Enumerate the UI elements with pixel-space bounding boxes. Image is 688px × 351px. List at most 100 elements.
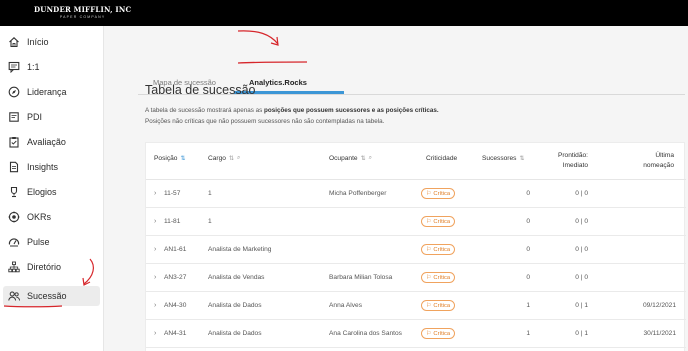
- sidebar-item-label: PDI: [27, 112, 43, 122]
- table-row[interactable]: › AN3-27 Analista de Vendas Barbara Mili…: [146, 264, 686, 292]
- header-label: Última: [655, 152, 674, 159]
- column-header-ocupante[interactable]: Ocupante ⇅ ⌕: [329, 155, 372, 162]
- sidebar-item-inicio[interactable]: Início: [3, 32, 100, 52]
- cell-prontidao: 0 | 0: [575, 190, 588, 197]
- sidebar-item-1-1[interactable]: 1:1: [3, 57, 100, 77]
- chat-icon: [8, 61, 20, 73]
- cell-cargo: 1: [208, 218, 212, 225]
- sidebar-item-pulse[interactable]: Pulse: [3, 232, 100, 252]
- sidebar-item-label: 1:1: [27, 62, 40, 72]
- expand-chevron-icon[interactable]: ›: [154, 180, 156, 207]
- sort-icon[interactable]: ⇅: [180, 155, 185, 162]
- cell-ultima-nomeacao: [630, 180, 676, 207]
- company-logo[interactable]: DUNDER MIFFLIN, INC PAPER COMPANY: [34, 5, 131, 19]
- expand-chevron-icon[interactable]: ›: [154, 264, 156, 291]
- expand-chevron-icon[interactable]: ›: [154, 292, 156, 319]
- document-icon: [8, 161, 20, 173]
- column-header-cargo[interactable]: Cargo ⇅ ⌕: [208, 155, 240, 162]
- sidebar-item-label: Liderança: [27, 87, 67, 97]
- column-header-posicao[interactable]: Posição ⇅: [154, 155, 186, 162]
- sidebar-item-label: Diretório: [27, 262, 62, 272]
- header-label: Posição: [154, 155, 178, 162]
- header-label: Sucessores: [482, 155, 517, 162]
- cell-sucessores: 1: [526, 302, 530, 309]
- sidebar-item-pdi[interactable]: PDI: [3, 107, 100, 127]
- table-row[interactable]: › AN1-61 Analista de Marketing ⚐ Crítica …: [146, 236, 686, 264]
- critical-badge: ⚐ Crítica: [421, 272, 456, 283]
- column-header-sucessores[interactable]: Sucessores ⇅: [482, 155, 524, 162]
- table-row[interactable]: › AN4-31 Analista de Dados Ana Carolina …: [146, 320, 686, 348]
- page-description-line-1: A tabela de sucessão mostrará apenas as …: [145, 107, 439, 114]
- description-text: A tabela de sucessão mostrará apenas as: [145, 107, 265, 114]
- clipboard-icon: [8, 136, 20, 148]
- sidebar-item-avaliacao[interactable]: Avaliação: [3, 132, 100, 152]
- flag-icon: ⚐: [426, 303, 432, 309]
- column-header-ultima-nomeacao[interactable]: Última nomeação: [642, 151, 674, 171]
- column-header-prontidao[interactable]: Prontidão: Imediato: [556, 151, 588, 171]
- cell-ocupante: Anna Alves: [329, 302, 362, 309]
- flag-icon: ⚐: [426, 247, 432, 253]
- cell-cargo: Analista de Vendas: [208, 274, 265, 281]
- page-description-line-2: Posições não críticas que não possuem su…: [145, 118, 385, 125]
- cell-criticidade: ⚐ Crítica: [421, 264, 456, 291]
- sidebar-item-okrs[interactable]: OKRs: [3, 207, 100, 227]
- home-icon: [8, 36, 20, 48]
- company-tagline: PAPER COMPANY: [59, 15, 106, 19]
- sidebar-item-label: Insights: [27, 162, 59, 172]
- cell-sucessores: 1: [526, 330, 530, 337]
- sidebar-item-label: Avaliação: [27, 137, 66, 147]
- expand-chevron-icon[interactable]: ›: [154, 208, 156, 235]
- badge-label: Crítica: [433, 190, 451, 197]
- cell-prontidao: 0 | 1: [575, 330, 588, 337]
- sidebar-item-lideranca[interactable]: Liderança: [3, 82, 100, 102]
- sort-icon[interactable]: ⇅: [229, 155, 234, 162]
- flag-icon: ⚐: [426, 219, 432, 225]
- gauge-icon: [8, 236, 20, 248]
- compass-icon: [8, 86, 20, 98]
- sidebar-item-diretorio[interactable]: Diretório: [3, 257, 100, 277]
- cell-posicao: 11-57: [164, 190, 181, 197]
- flag-icon: ⚐: [426, 275, 432, 281]
- sidebar-item-elogios[interactable]: Elogios: [3, 182, 100, 202]
- target-icon: [8, 211, 20, 223]
- cell-prontidao: 0 | 0: [575, 274, 588, 281]
- cell-cargo: 1: [208, 190, 212, 197]
- table-row[interactable]: › AN4-30 Analista de Dados Anna Alves ⚐ C…: [146, 292, 686, 320]
- badge-label: Crítica: [433, 218, 451, 225]
- description-bold-text: posições que possuem sucessores e as pos…: [264, 107, 439, 114]
- table-row[interactable]: › 11-57 1 Micha Poffenberger ⚐ Crítica 0 …: [146, 180, 686, 208]
- critical-badge: ⚐ Crítica: [421, 244, 456, 255]
- cell-prontidao: 0 | 0: [575, 218, 588, 225]
- flag-icon: ⚐: [426, 331, 432, 337]
- org-chart-icon: [8, 261, 20, 273]
- cell-ultima-nomeacao: [630, 208, 676, 235]
- table-row[interactable]: › 11-81 1 ⚐ Crítica 0 0 | 0: [146, 208, 686, 236]
- cell-criticidade: ⚐ Crítica: [421, 180, 456, 207]
- cell-prontidao: 0 | 1: [575, 302, 588, 309]
- sidebar: Início 1:1 Liderança PDI Avaliação Insig…: [0, 26, 104, 351]
- cell-cargo: Analista de Dados: [208, 330, 262, 337]
- badge-label: Crítica: [433, 302, 451, 309]
- search-icon[interactable]: ⌕: [237, 155, 240, 162]
- sidebar-item-insights[interactable]: Insights: [3, 157, 100, 177]
- cell-criticidade: ⚐ Crítica: [421, 236, 456, 263]
- sort-icon[interactable]: ⇅: [519, 155, 524, 162]
- sidebar-item-sucessao[interactable]: Sucessão: [3, 286, 100, 306]
- badge-label: Crítica: [433, 246, 451, 253]
- cell-ocupante: Ana Carolina dos Santos: [329, 330, 402, 337]
- cell-sucessores: 0: [526, 246, 530, 253]
- header-label: Prontidão:: [557, 152, 588, 159]
- header-label: Cargo: [208, 155, 226, 162]
- tab-analytics-rocks[interactable]: Analytics.Rocks: [249, 78, 307, 87]
- column-header-criticidade[interactable]: Criticidade: [426, 155, 457, 162]
- expand-chevron-icon[interactable]: ›: [154, 320, 156, 347]
- sort-icon[interactable]: ⇅: [361, 155, 366, 162]
- search-icon[interactable]: ⌕: [369, 155, 372, 162]
- cell-posicao: 11-81: [164, 218, 181, 225]
- trophy-icon: [8, 186, 20, 198]
- critical-badge: ⚐ Crítica: [421, 216, 456, 227]
- header-label: Ocupante: [329, 155, 358, 162]
- expand-chevron-icon[interactable]: ›: [154, 236, 156, 263]
- header-label: nomeação: [643, 162, 674, 169]
- sidebar-item-label: Elogios: [27, 187, 57, 197]
